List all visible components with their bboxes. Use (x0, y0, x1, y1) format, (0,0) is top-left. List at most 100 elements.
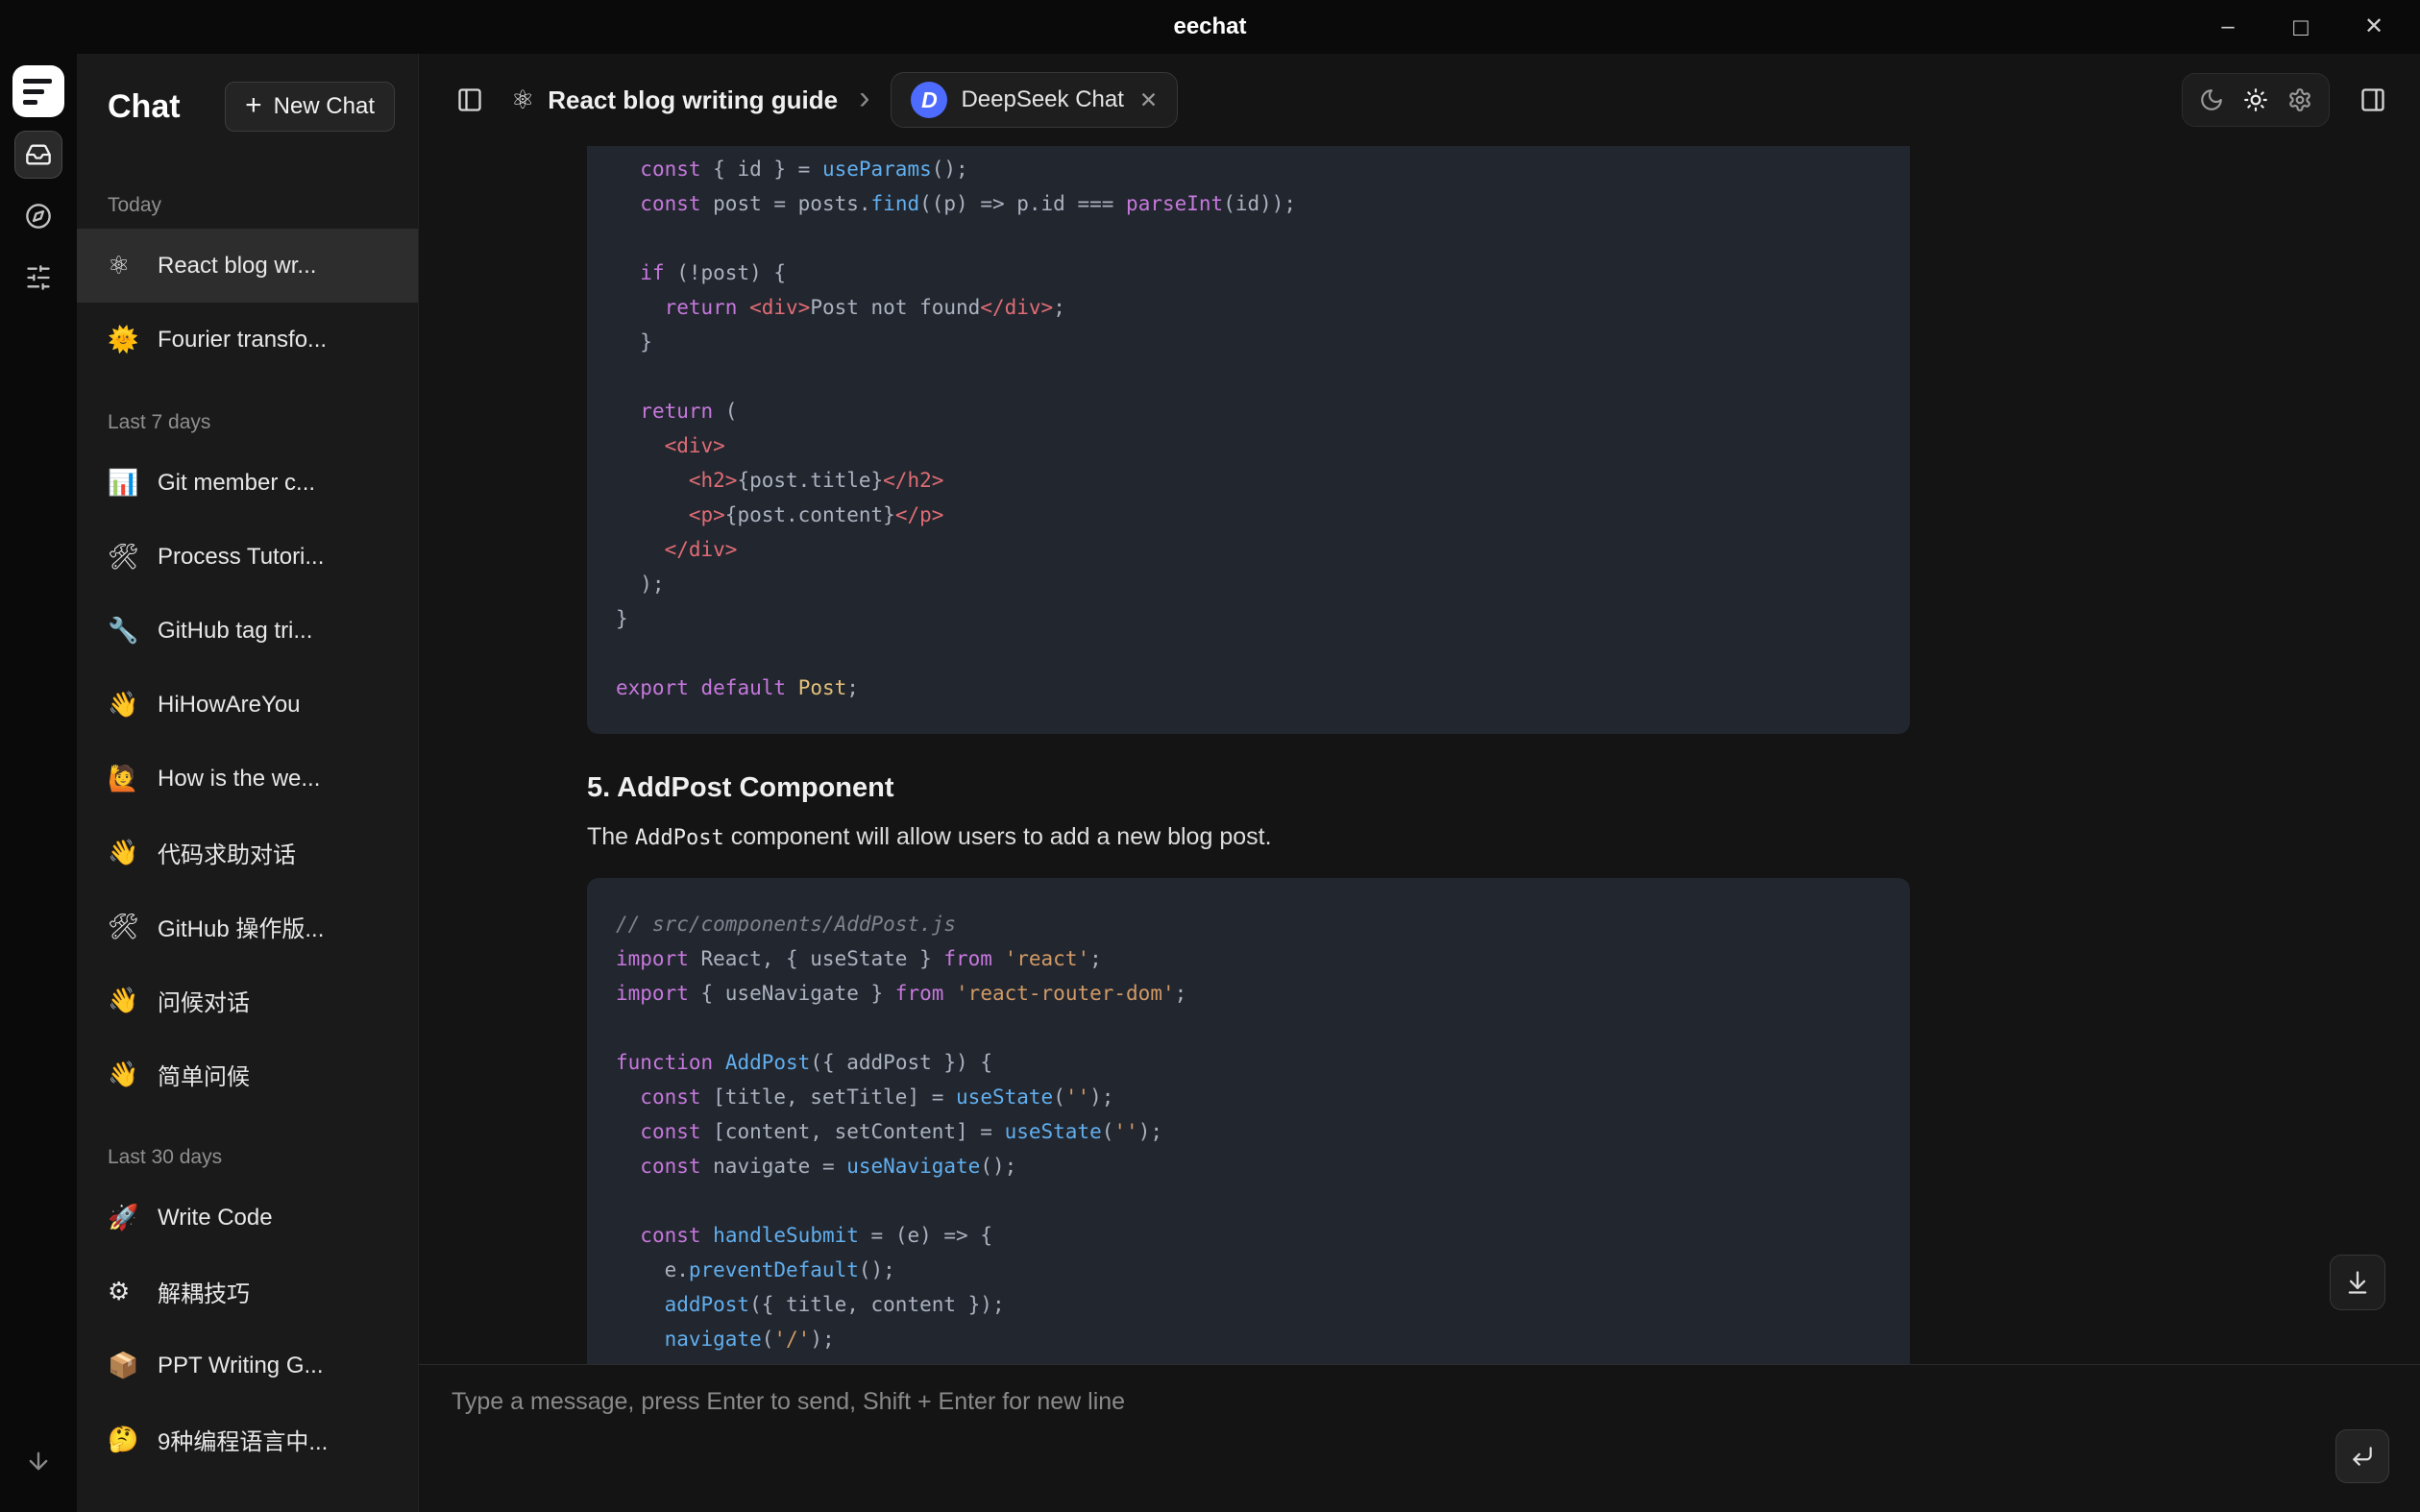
chat-item-label: GitHub tag tri... (158, 618, 312, 645)
code-line (616, 221, 1881, 256)
chat-item-emoji-icon: 📊 (108, 469, 142, 498)
code-line: } (616, 601, 1881, 636)
app-window: eechat – □ ✕ Chat (0, 0, 2420, 1512)
chat-list-item[interactable]: 🙋How is the we... (77, 742, 418, 816)
code-line: const post = posts.find((p) => p.id === … (616, 186, 1881, 221)
chat-item-emoji-icon: 🛠 (108, 913, 142, 941)
plus-icon: + (245, 91, 262, 120)
app-body: Chat + New Chat Today ⚛ React blog wr... 🌞F… (0, 54, 2420, 1512)
maximize-button[interactable]: □ (2264, 0, 2337, 54)
new-chat-label: New Chat (274, 93, 375, 120)
chat-list-item[interactable]: 👋简单问候 (77, 1037, 418, 1111)
sliders-icon (25, 264, 52, 291)
chat-list-item[interactable]: 🤔9种编程语言中... (77, 1402, 418, 1476)
chat-item-label: Process Tutori... (158, 544, 324, 571)
inline-code: AddPost (635, 826, 724, 850)
code-line (616, 636, 1881, 671)
minimize-button[interactable]: – (2191, 0, 2264, 54)
app-logo[interactable] (12, 65, 64, 117)
chat-item-emoji-icon: 🔧 (108, 617, 142, 646)
nav-discover-button[interactable] (14, 192, 62, 240)
theme-switcher (2182, 73, 2330, 127)
arrow-down-icon (25, 1448, 52, 1475)
rail-scroll-down-button[interactable] (14, 1437, 62, 1485)
close-model-tab-icon[interactable]: ✕ (1139, 87, 1158, 113)
code-line: if (!post) { (616, 256, 1881, 290)
chat-list-item[interactable]: 👋问候对话 (77, 963, 418, 1037)
gear-icon (2287, 87, 2312, 112)
section-label: Today (77, 159, 418, 229)
scroll-to-bottom-button[interactable] (2330, 1255, 2385, 1310)
compass-icon (25, 203, 52, 230)
chat-item-emoji-icon: 🚀 (108, 1204, 142, 1232)
chat-list-item[interactable]: 🔧 GitHub tag tri... (77, 594, 418, 668)
chat-list-item[interactable]: 👋HiHowAreYou (77, 668, 418, 742)
chat-messages-scroll-area[interactable]: const { id } = useParams(); const post =… (419, 146, 2420, 1364)
chat-sidebar: Chat + New Chat Today ⚛ React blog wr... 🌞F… (77, 54, 418, 1512)
nav-chat-button[interactable] (14, 131, 62, 179)
code-line: ); (616, 567, 1881, 601)
chat-list-item[interactable]: ⚙解耦技巧 (77, 1255, 418, 1329)
chat-item-label: 解耦技巧 (158, 1275, 250, 1308)
model-tab[interactable]: D DeepSeek Chat ✕ (891, 72, 1178, 128)
chat-item-emoji-icon: ⚛ (108, 252, 142, 280)
code-block-post-component: const { id } = useParams(); const post =… (587, 146, 1910, 734)
code-line: // src/components/AddPost.js (616, 907, 1881, 941)
chat-item-label: HiHowAreYou (158, 692, 301, 719)
window-controls: – □ ✕ (2191, 0, 2410, 54)
chat-item-emoji-icon: 👋 (108, 839, 142, 867)
code-line: navigate('/'); (616, 1322, 1881, 1356)
text-run: The (587, 823, 635, 850)
section-label: Last 30 days (77, 1111, 418, 1181)
code-line: e.preventDefault(); (616, 1253, 1881, 1287)
code-block-addpost-component: // src/components/AddPost.jsimport React… (587, 878, 1910, 1364)
chat-item-label: 问候对话 (158, 984, 250, 1017)
main-header: ⚛ React blog writing guide › D DeepSeek … (419, 54, 2420, 146)
new-chat-button[interactable]: + New Chat (225, 82, 395, 132)
code-line: <h2>{post.title}</h2> (616, 463, 1881, 498)
theme-dark-button[interactable] (2190, 79, 2233, 121)
model-tab-label: DeepSeek Chat (961, 86, 1123, 113)
close-button[interactable]: ✕ (2337, 0, 2410, 54)
code-line: const [content, setContent] = useState('… (616, 1114, 1881, 1149)
chat-list-item[interactable]: 🛠Process Tutori... (77, 520, 418, 594)
send-button[interactable] (2335, 1429, 2389, 1483)
toggle-sidebar-button[interactable] (448, 78, 492, 122)
code-line: const navigate = useNavigate(); (616, 1149, 1881, 1183)
nav-settings-button[interactable] (14, 254, 62, 302)
chat-item-label: Git member c... (158, 470, 315, 497)
chat-item-emoji-icon: 🙋 (108, 765, 142, 793)
chat-list: Today ⚛ React blog wr... 🌞Fourier transfo..… (77, 159, 418, 1512)
chat-list-item[interactable]: 📊 Git member c... (77, 446, 418, 520)
chat-list-item[interactable]: 🚀Write Code (77, 1181, 418, 1255)
chat-list-item[interactable]: 📦PPT Writing G... (77, 1329, 418, 1402)
code-line: import { useNavigate } from 'react-route… (616, 976, 1881, 1011)
chat-item-label: GitHub 操作版... (158, 910, 324, 943)
scroll-to-bottom-icon (2344, 1269, 2371, 1296)
chat-list-item[interactable]: 🌞Fourier transfo... (77, 303, 418, 377)
chat-list-item[interactable]: 👋代码求助对话 (77, 816, 418, 890)
code-line: <p>{post.content}</p> (616, 498, 1881, 532)
chat-list-item[interactable]: 🛠 GitHub 操作版... (77, 890, 418, 963)
sidebar-title: Chat (108, 88, 181, 126)
code-line: return ( (616, 394, 1881, 428)
chat-item-emoji-icon: 📦 (108, 1352, 142, 1380)
maximize-icon: □ (2293, 14, 2309, 39)
theme-light-button[interactable] (2235, 79, 2277, 121)
code-line: const { id } = useParams(); (616, 152, 1881, 186)
code-line: import React, { useState } from 'react'; (616, 941, 1881, 976)
message-input[interactable] (419, 1365, 2286, 1512)
close-icon: ✕ (2364, 15, 2383, 38)
theme-settings-button[interactable] (2279, 79, 2321, 121)
chat-title-emoji-icon: ⚛ (511, 85, 534, 115)
message-paragraph: The AddPost component will allow users t… (587, 823, 1910, 851)
chat-title: ⚛ React blog writing guide (511, 85, 838, 115)
code-line (616, 359, 1881, 394)
chat-item-emoji-icon: 👋 (108, 1061, 142, 1089)
assistant-message: const { id } = useParams(); const post =… (587, 146, 1910, 1364)
toggle-right-panel-button[interactable] (2351, 78, 2395, 122)
chat-item-emoji-icon: 🌞 (108, 326, 142, 354)
chat-item-label: React blog wr... (158, 253, 316, 280)
chat-list-item[interactable]: ⚛ React blog wr... (77, 229, 418, 303)
code-line (616, 1183, 1881, 1218)
